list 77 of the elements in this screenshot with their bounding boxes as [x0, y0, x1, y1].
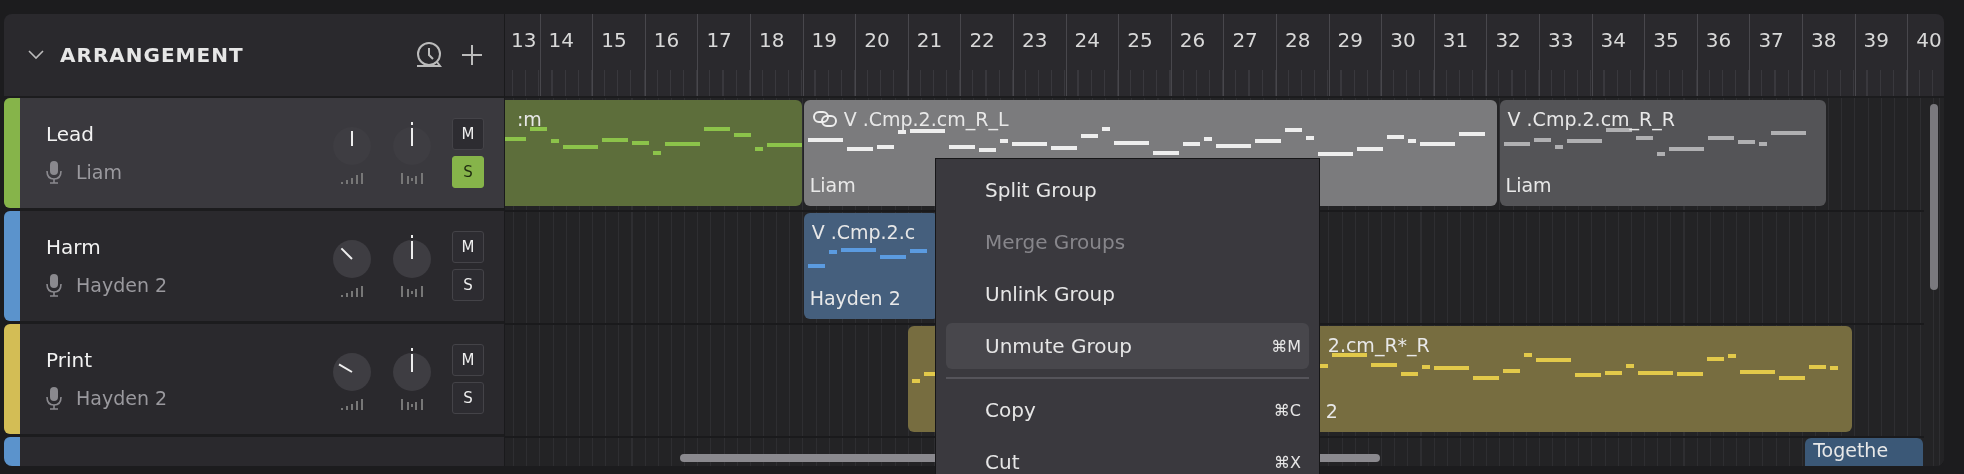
link-icon	[811, 110, 838, 128]
track-header[interactable]: Print Hayden 2 M S	[4, 324, 504, 434]
bar-number: 28	[1285, 28, 1311, 52]
bar-number: 14	[548, 28, 575, 52]
bar-number: 20	[864, 28, 890, 52]
menu-item[interactable]: Copy ⌘C	[946, 387, 1309, 433]
track-header[interactable]: Harm Hayden 2 M S	[4, 211, 504, 321]
pan-knob[interactable]	[392, 235, 432, 279]
bar-number: 35	[1653, 28, 1679, 52]
bar-number: 17	[706, 28, 732, 52]
vertical-scrollbar[interactable]	[1930, 104, 1938, 290]
clip-singer: 2	[1325, 400, 1338, 422]
bar-number: 34	[1600, 28, 1627, 52]
clip[interactable]: :m	[505, 100, 802, 206]
bar-number: 36	[1705, 28, 1732, 52]
track-header[interactable]: Lead Liam M S	[4, 98, 504, 208]
bar-number: 31	[1442, 28, 1469, 52]
clock-icon[interactable]	[414, 41, 444, 69]
pan-scale-icon	[400, 398, 424, 410]
track-name: Lead	[46, 122, 96, 146]
bar-number: 22	[969, 28, 995, 52]
singer-name: Hayden 2	[76, 387, 168, 409]
bar-number: 33	[1548, 28, 1574, 52]
microphone-icon	[46, 273, 62, 297]
clip[interactable]: V .Cmp.2.cm_R_R Liam	[1499, 100, 1827, 206]
bar-number: 13	[511, 28, 537, 52]
bar-number: 24	[1074, 28, 1101, 52]
singer-name: Hayden 2	[76, 274, 168, 296]
solo-button[interactable]: S	[452, 382, 484, 414]
clip[interactable]: Togethe	[1805, 438, 1923, 466]
clip-title: V .Cmp.2.cm_R_R	[1507, 108, 1675, 130]
pan-scale-icon	[400, 172, 424, 184]
bar-number: 18	[759, 28, 785, 52]
clip-title: V .Cmp.2.c	[811, 221, 916, 243]
mute-button[interactable]: M	[452, 231, 484, 263]
bar-number: 15	[601, 28, 627, 52]
bar-number: 21	[916, 28, 943, 52]
microphone-icon	[46, 386, 62, 410]
solo-button[interactable]: S	[452, 269, 484, 301]
clip-title: V .Cmp.2.cm_R_L	[843, 108, 1009, 130]
bar-number: 37	[1758, 28, 1784, 52]
bar-number: 29	[1337, 28, 1364, 52]
bar-number: 19	[811, 28, 838, 52]
pan-scale-icon	[400, 285, 424, 297]
singer-name: Liam	[76, 161, 122, 183]
mute-button[interactable]: M	[452, 118, 484, 150]
menu-item[interactable]: Cut ⌘X	[946, 439, 1309, 474]
bar-number: 16	[653, 28, 680, 52]
clip-title: 2.cm_R*_R	[1327, 334, 1430, 356]
volume-scale-icon	[340, 398, 364, 410]
microphone-icon	[46, 160, 62, 184]
add-icon[interactable]	[460, 43, 484, 67]
bar-number: 26	[1179, 28, 1206, 52]
bar-number: 30	[1390, 28, 1416, 52]
chevron-down-icon[interactable]	[28, 50, 44, 60]
menu-item[interactable]: Unlink Group	[946, 271, 1309, 317]
bar-number: 23	[1022, 28, 1048, 52]
bar-number: 38	[1811, 28, 1837, 52]
section-title: ARRANGEMENT	[60, 43, 245, 67]
bar-number: 27	[1232, 28, 1258, 52]
volume-scale-icon	[340, 285, 364, 297]
volume-scale-icon	[340, 172, 364, 184]
pan-knob[interactable]	[392, 348, 432, 392]
clip-singer: Hayden 2	[809, 287, 901, 309]
clip-singer: Liam	[1505, 174, 1552, 196]
bar-number: 25	[1127, 28, 1153, 52]
menu-item[interactable]: Unmute Group ⌘M	[946, 323, 1309, 369]
track-name: Harm	[46, 235, 102, 259]
bar-number: 40	[1916, 28, 1942, 52]
clip-title: Togethe	[1813, 439, 1889, 461]
clip-singer: Liam	[809, 174, 856, 196]
bar-number: 32	[1495, 28, 1521, 52]
clip-title: :m	[516, 108, 542, 130]
bar-number: 39	[1863, 28, 1890, 52]
solo-button[interactable]: S	[452, 156, 484, 188]
track-name: Print	[46, 348, 93, 372]
mute-button[interactable]: M	[452, 344, 484, 376]
